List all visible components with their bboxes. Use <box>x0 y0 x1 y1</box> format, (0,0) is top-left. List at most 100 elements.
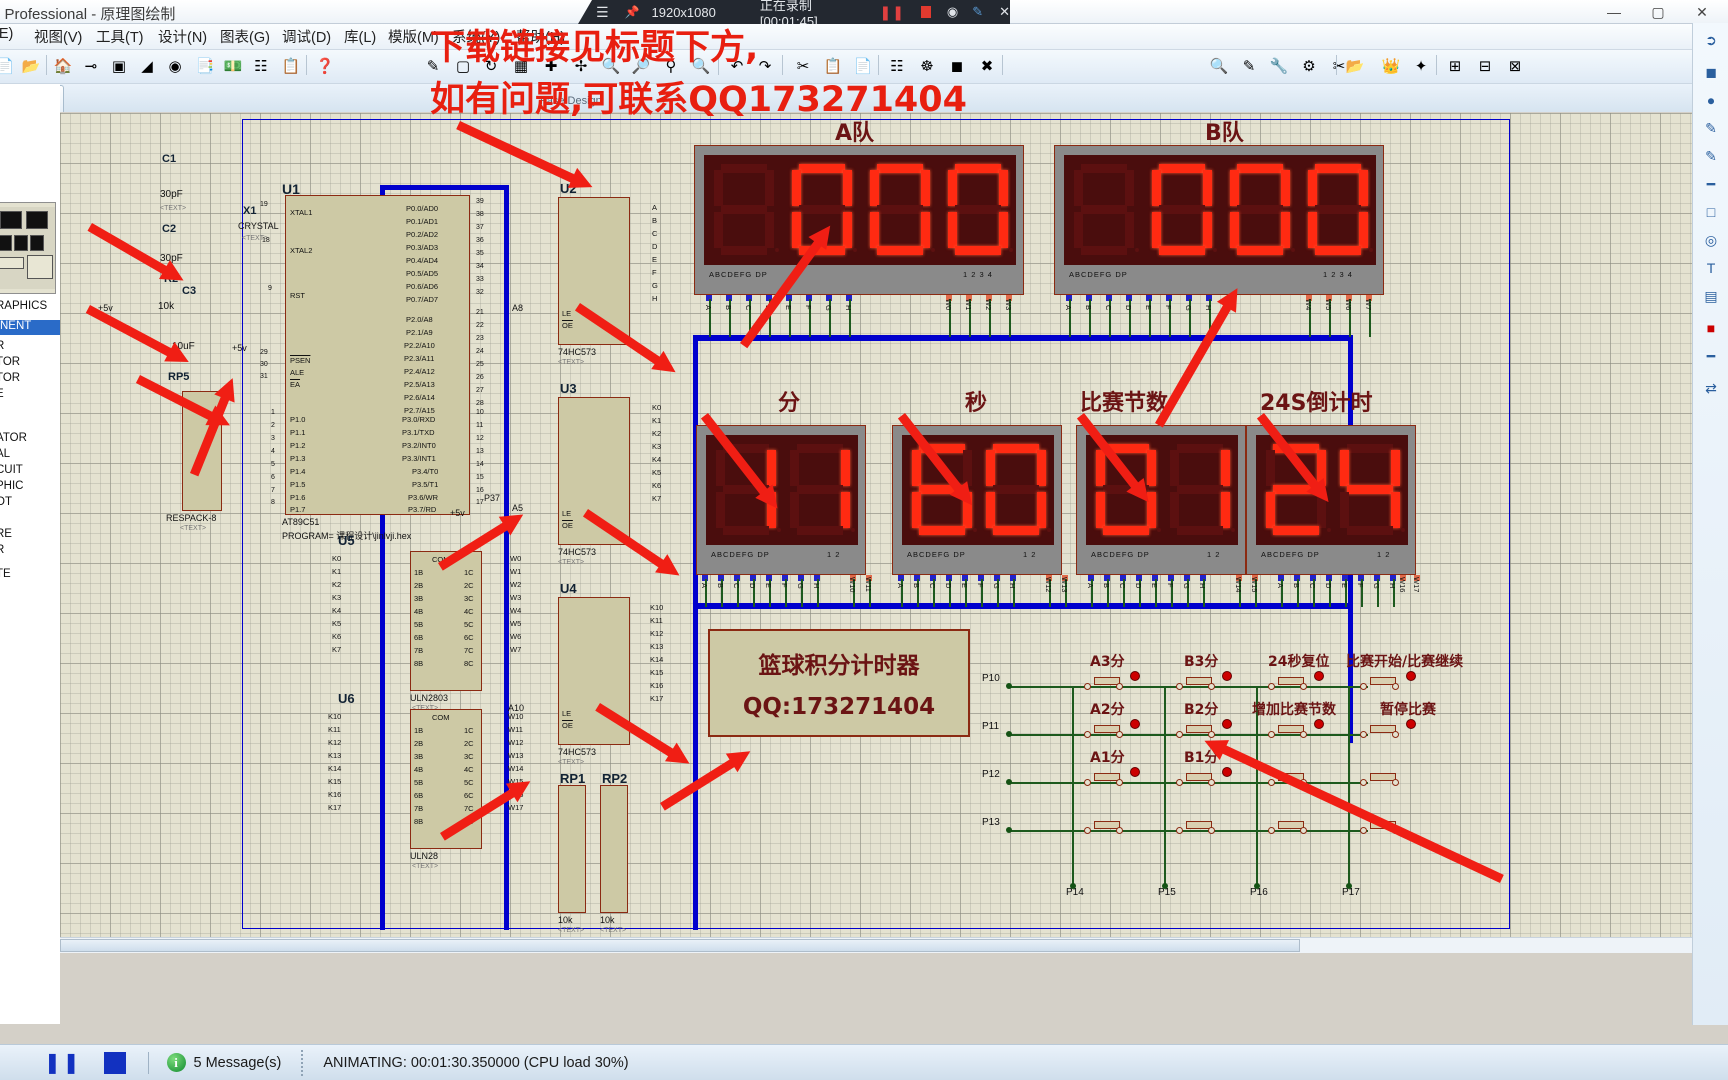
recorder-pause-button[interactable]: ❚❚ <box>879 4 904 21</box>
home-icon[interactable]: 🏠 <box>50 53 76 79</box>
camera-icon[interactable]: ◉ <box>947 4 958 20</box>
pan-icon[interactable]: ✢ <box>568 53 594 79</box>
undo-icon[interactable]: ↶ <box>724 53 750 79</box>
terminal-mode-icon[interactable]: ◎ <box>1698 227 1724 253</box>
probe-r2c2[interactable] <box>1222 719 1232 729</box>
make-device-icon[interactable]: 🔧 <box>1266 53 1292 79</box>
category-item-tor2[interactable]: TOR <box>0 372 20 384</box>
window-close-button[interactable]: ✕ <box>1680 0 1724 24</box>
pin-icon[interactable]: 📌 <box>625 5 640 19</box>
goto-sheet-icon[interactable]: 📂 <box>1342 53 1368 79</box>
graph-mode-icon[interactable]: ▤ <box>1698 283 1724 309</box>
mcu-at89c51-body[interactable] <box>285 195 470 515</box>
report-icon[interactable]: 📋 <box>278 53 304 79</box>
recorder-close-icon[interactable]: ✕ <box>999 4 1010 20</box>
pen-icon[interactable]: ✎ <box>972 4 983 20</box>
undo-block-icon[interactable]: ▢ <box>450 53 476 79</box>
category-item-r[interactable]: R <box>0 340 4 352</box>
scrollbar-thumb[interactable] <box>60 939 1300 952</box>
bus-mode-icon[interactable]: ━ <box>1698 171 1724 197</box>
text-script-mode-icon[interactable]: ✎ <box>1698 143 1724 169</box>
window-minimize-button[interactable]: — <box>1592 0 1636 24</box>
new-sheet-icon[interactable]: ⊞ <box>1442 53 1468 79</box>
property-assign-icon[interactable]: ✎ <box>1236 53 1262 79</box>
menu-item-debug[interactable]: 调试(D) <box>282 26 331 47</box>
search-design-icon[interactable]: 👑 <box>1378 53 1404 79</box>
component-ref-rp2[interactable]: RP2 <box>602 771 627 786</box>
probe-r2c1[interactable] <box>1130 719 1140 729</box>
respack-rp2-body[interactable] <box>600 785 628 913</box>
category-item-r2[interactable]: R <box>0 544 4 556</box>
zoom-out-icon[interactable]: 🔎 <box>628 53 654 79</box>
component-ref-c3[interactable]: C3 <box>182 285 196 297</box>
category-item-graphics[interactable]: RAPHICS <box>0 300 47 312</box>
category-item-ot[interactable]: OT <box>0 496 12 508</box>
probe-r3c1[interactable] <box>1130 767 1140 777</box>
component-ref-rp5[interactable]: RP5 <box>168 371 189 383</box>
simulation-pause-button[interactable]: ❚❚ <box>44 1050 82 1075</box>
menu-item-template[interactable]: 模版(M) <box>388 26 439 47</box>
component-ref-u6[interactable]: U6 <box>338 691 355 706</box>
origin-icon[interactable]: ✚ <box>538 53 564 79</box>
bom-report-icon[interactable]: 📑 <box>192 53 218 79</box>
zoom-area-icon[interactable]: 🔍 <box>688 53 714 79</box>
tidy-icon[interactable]: ✦ <box>1408 53 1434 79</box>
recorder-stop-button[interactable] <box>920 6 931 18</box>
probe-r2c4[interactable] <box>1406 719 1416 729</box>
cut-icon[interactable]: ✂ <box>790 53 816 79</box>
wire-label-icon[interactable]: ✎ <box>420 53 446 79</box>
text-mode-icon[interactable]: T <box>1698 255 1724 281</box>
component-ref-u3[interactable]: U3 <box>560 381 577 396</box>
redo-icon[interactable]: ↷ <box>752 53 778 79</box>
message-count[interactable]: 5 Message(s) <box>194 1055 282 1071</box>
display-team-a[interactable]: ABCDEFG DP 1 2 3 4 <box>694 145 1024 295</box>
probe-r3c2[interactable] <box>1222 767 1232 777</box>
menu-item-help[interactable]: 帮助(H) <box>516 26 565 47</box>
category-item-phic[interactable]: PHIC <box>0 480 23 492</box>
open-file-icon[interactable]: 📂 <box>18 53 44 79</box>
remove-sheet-icon[interactable]: ⊟ <box>1472 53 1498 79</box>
pick-device-icon[interactable]: 🔍 <box>1206 53 1232 79</box>
probe-r1c3[interactable] <box>1314 671 1324 681</box>
zoom-all-icon[interactable]: ⚲ <box>658 53 684 79</box>
exit-sheet-icon[interactable]: ⊠ <box>1502 53 1528 79</box>
subcircuit-mode-icon[interactable]: □ <box>1698 199 1724 225</box>
simulation-stop-button[interactable] <box>103 1051 126 1074</box>
block-rotate-icon[interactable]: ◼ <box>944 53 970 79</box>
schematic-canvas[interactable]: C1 30pF <TEXT> C2 30pF R2 10k C3 10uF X1… <box>60 113 1692 937</box>
probe-r1c1[interactable] <box>1130 671 1140 681</box>
bill-of-materials-icon[interactable]: 💵 <box>220 53 246 79</box>
category-list[interactable]: RAPHICS R TOR TOR E ATOR AL CUIT PHIC OT… <box>0 300 60 620</box>
category-item-al[interactable]: AL <box>0 448 10 460</box>
component-ref-rp1[interactable]: RP1 <box>560 771 585 786</box>
new-file-icon[interactable]: 📄 <box>0 53 18 79</box>
button-matrix[interactable]: P10 P11 P12 P13 P14 P15 P16 P17 A3分 B3分 … <box>980 633 1463 923</box>
menu-item-edit[interactable]: (E) <box>0 26 13 42</box>
paste-icon[interactable]: 📄 <box>850 53 876 79</box>
package-tool-icon[interactable]: ⚙ <box>1296 53 1322 79</box>
component-ref-x1[interactable]: X1 <box>243 205 256 217</box>
selection-mode-icon[interactable]: ➲ <box>1698 27 1724 53</box>
menu-item-view[interactable]: 视图(V) <box>34 26 82 47</box>
window-maximize-button[interactable]: ▢ <box>1636 0 1680 24</box>
horizontal-scrollbar[interactable] <box>60 937 1692 953</box>
junction-dot-icon[interactable]: ⦁ <box>1698 87 1724 113</box>
category-item-ator[interactable]: ATOR <box>0 432 27 444</box>
component-ref-c2[interactable]: C2 <box>162 223 176 235</box>
menu-item-tools[interactable]: 工具(T) <box>96 26 144 47</box>
category-item-cuit[interactable]: CUIT <box>0 464 23 476</box>
probe-r1c4[interactable] <box>1406 671 1416 681</box>
probe-r2c3[interactable] <box>1314 719 1324 729</box>
menu-item-system[interactable]: 系统(Y) <box>452 26 500 47</box>
category-item-re[interactable]: RE <box>0 528 12 540</box>
respack-rp1-body[interactable] <box>558 785 586 913</box>
component-ref-u4[interactable]: U4 <box>560 581 577 596</box>
wire-label-mode-icon[interactable]: ✎ <box>1698 115 1724 141</box>
component-ref-c1[interactable]: C1 <box>162 153 176 165</box>
grid-toggle-icon[interactable]: ▦ <box>508 53 534 79</box>
display-team-b[interactable]: ABCDEFG DP 1 2 3 4 <box>1054 145 1384 295</box>
component-mode-icon[interactable]: ◼ <box>1698 59 1724 85</box>
line-shape-icon[interactable]: ━ <box>1698 343 1724 369</box>
design-explorer-icon[interactable]: ◉ <box>162 53 188 79</box>
category-item-tor1[interactable]: TOR <box>0 356 20 368</box>
